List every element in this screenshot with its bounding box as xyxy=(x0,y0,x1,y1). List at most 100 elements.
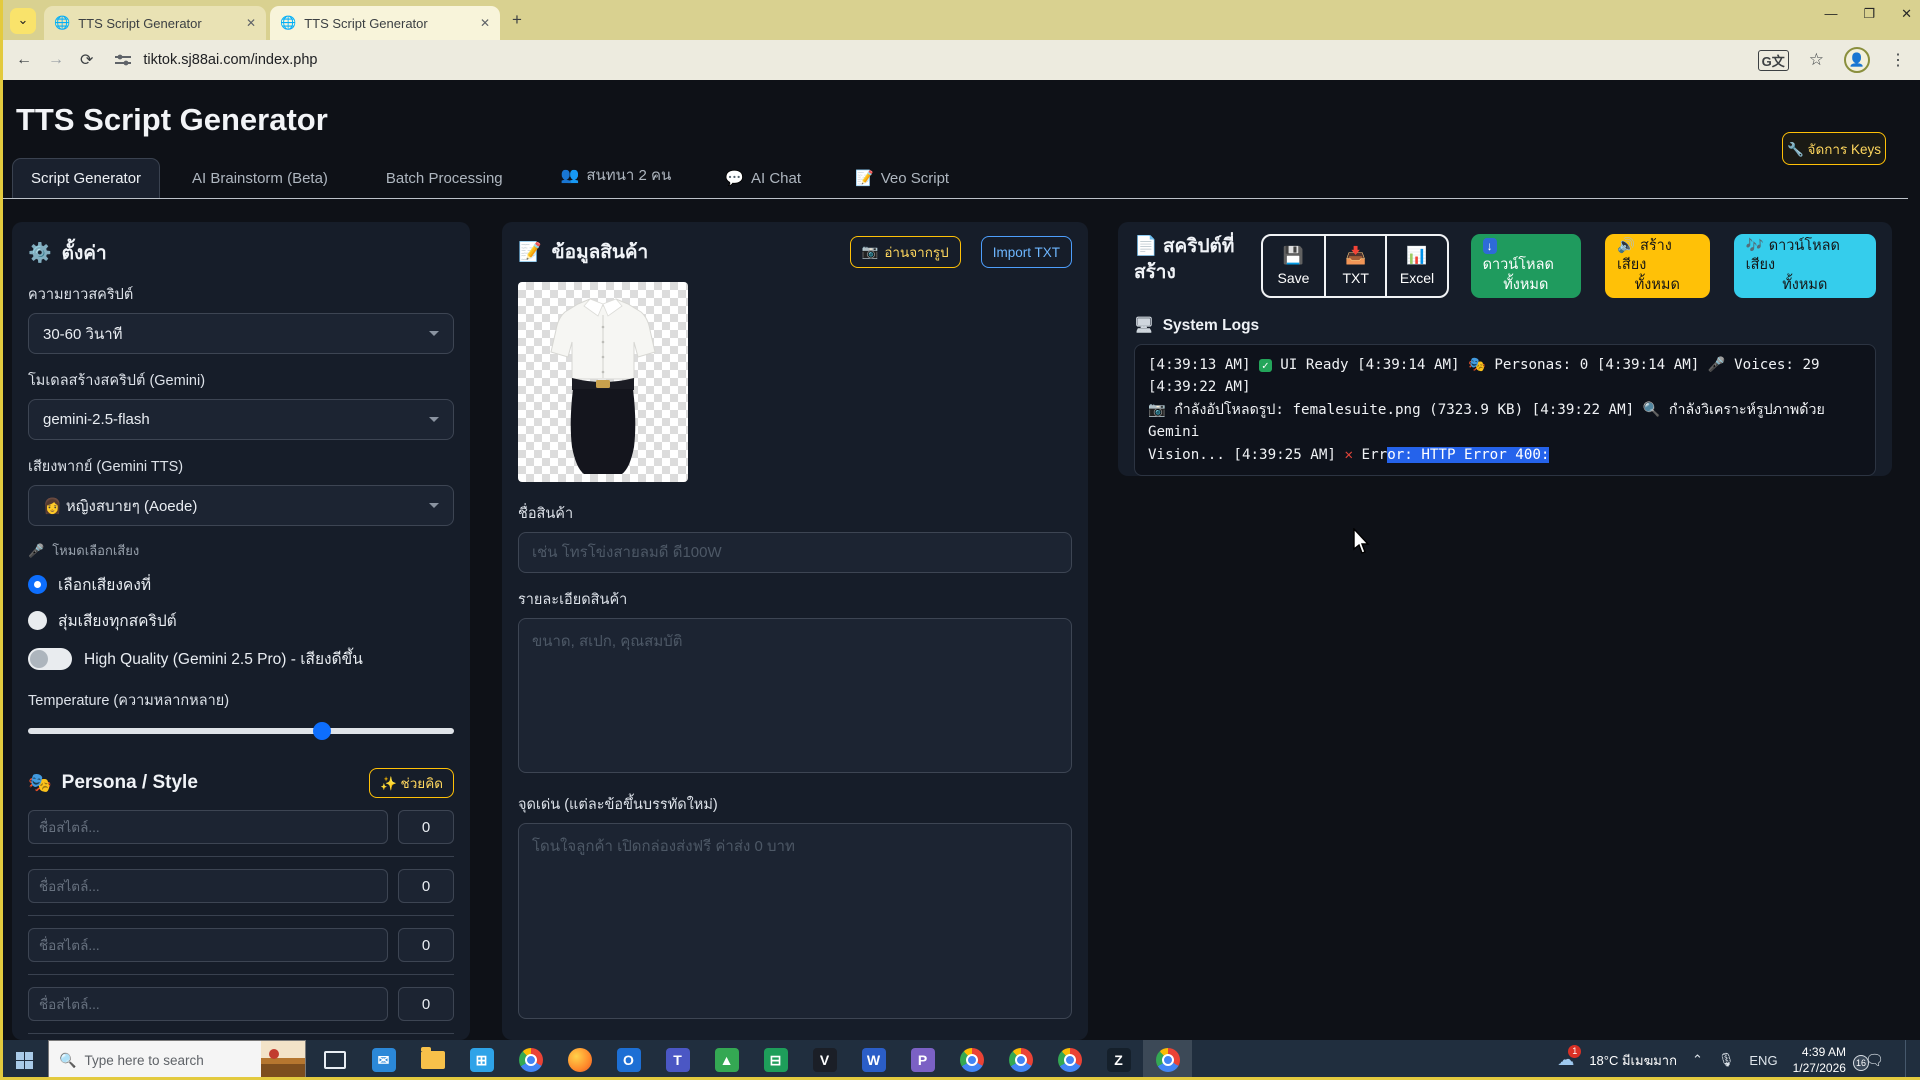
toggle-off-switch[interactable] xyxy=(28,648,72,670)
profile-avatar[interactable]: 👤 xyxy=(1844,47,1870,73)
app-icon-store[interactable]: ⊞ xyxy=(457,1040,506,1080)
app-icon-chrome[interactable] xyxy=(506,1040,555,1080)
tab-search-button[interactable]: ⌄ xyxy=(10,8,36,34)
app-icon-file-explorer[interactable] xyxy=(408,1040,457,1080)
weather-text[interactable]: 18°C มีเมฆมาก xyxy=(1589,1050,1677,1071)
app-icon-photos[interactable]: ▲ xyxy=(702,1040,751,1080)
app-icon-zoom[interactable]: Z xyxy=(1094,1040,1143,1080)
high-quality-toggle-row[interactable]: High Quality (Gemini 2.5 Pro) - เสียงดีข… xyxy=(28,646,454,671)
temperature-slider-thumb[interactable] xyxy=(313,722,331,740)
back-button[interactable]: ← xyxy=(16,51,32,69)
tab-close-icon[interactable]: ✕ xyxy=(466,16,490,30)
site-favicon-globe-icon: 🌐 xyxy=(280,15,296,31)
magnifier-icon: 🔍 xyxy=(1643,402,1661,418)
browser-tab-1[interactable]: 🌐 TTS Script Generator ✕ xyxy=(44,6,266,40)
window-close-button[interactable]: ✕ xyxy=(1901,6,1912,22)
tray-expand-chevron[interactable]: ⌃ xyxy=(1692,1052,1703,1068)
browser-tab-2-active[interactable]: 🌐 TTS Script Generator ✕ xyxy=(270,6,500,40)
persona-weight-input[interactable]: 0 xyxy=(398,869,454,903)
download-all-button[interactable]: ↓ดาวน์โหลด ทั้งหมด xyxy=(1471,234,1581,298)
persona-style-input[interactable] xyxy=(28,987,388,1021)
generate-audio-all-button[interactable]: 🔊สร้างเสียง ทั้งหมด xyxy=(1605,234,1710,298)
browser-menu-icon[interactable]: ⋮ xyxy=(1890,50,1906,70)
app-icon-vscode[interactable]: V xyxy=(800,1040,849,1080)
taskbar-clock[interactable]: 4:39 AM 1/27/2026 xyxy=(1793,1044,1846,1076)
language-indicator[interactable]: ENG xyxy=(1749,1053,1777,1068)
app-icon-outlook[interactable]: O xyxy=(604,1040,653,1080)
persona-weight-input[interactable]: 0 xyxy=(398,928,454,962)
app-icon-teams[interactable]: T xyxy=(653,1040,702,1080)
forward-button[interactable]: → xyxy=(48,51,64,69)
windows-logo-icon xyxy=(16,1052,33,1069)
app-icon-chrome[interactable] xyxy=(1045,1040,1094,1080)
product-name-input[interactable] xyxy=(518,532,1072,573)
download-audio-all-button[interactable]: 🎶ดาวน์โหลดเสียง ทั้งหมด xyxy=(1734,234,1876,298)
persona-weight-input[interactable]: 0 xyxy=(398,987,454,1021)
app-icon-word[interactable]: W xyxy=(849,1040,898,1080)
temperature-slider[interactable] xyxy=(28,728,454,734)
system-tray: ☁1 18°C มีเมฆมาก ⌃ 🎙 ENG 4:39 AM 1/27/20… xyxy=(1557,1040,1920,1080)
tab-ai-chat[interactable]: 💬AI Chat xyxy=(707,158,819,198)
model-select[interactable]: gemini-2.5-flash xyxy=(28,399,454,440)
new-tab-button[interactable]: + xyxy=(512,10,522,30)
radio-selected-icon[interactable] xyxy=(28,575,47,594)
start-button[interactable] xyxy=(0,1040,48,1080)
show-desktop-button[interactable] xyxy=(1905,1040,1910,1080)
tab-veo-script[interactable]: 📝Veo Script xyxy=(837,158,967,198)
app-icon-chrome[interactable] xyxy=(947,1040,996,1080)
help-think-button[interactable]: ✨ ช่วยคิด xyxy=(369,768,454,798)
url-text[interactable]: tiktok.sj88ai.com/index.php xyxy=(143,52,317,68)
mouse-cursor xyxy=(1352,528,1372,556)
search-input[interactable] xyxy=(84,1053,234,1068)
persona-style-input[interactable] xyxy=(28,928,388,962)
script-length-select[interactable]: 30-60 วินาที xyxy=(28,313,454,354)
window-minimize-button[interactable]: — xyxy=(1824,6,1837,22)
reload-button[interactable]: ⟳ xyxy=(80,50,93,70)
app-icon-sheets[interactable]: ⊟ xyxy=(751,1040,800,1080)
persona-title: Persona / Style xyxy=(62,772,198,794)
product-image-thumbnail[interactable] xyxy=(518,282,688,482)
bar-chart-icon: 📊 xyxy=(1406,246,1427,266)
taskbar-apps: ✉ ⊞ O T ▲ ⊟ V W P Z xyxy=(310,1040,1192,1080)
system-logs-title: System Logs xyxy=(1163,317,1259,335)
bookmark-star-icon[interactable]: ☆ xyxy=(1809,50,1824,70)
product-highlights-textarea[interactable] xyxy=(518,823,1072,1019)
action-center-icon[interactable]: 🗨16 xyxy=(1865,1051,1884,1069)
tab-batch-processing[interactable]: Batch Processing xyxy=(368,159,521,198)
translate-icon[interactable]: G文 xyxy=(1758,50,1789,71)
task-view-icon[interactable] xyxy=(310,1040,359,1080)
tab-script-generator[interactable]: Script Generator xyxy=(12,158,160,198)
tab-conversation-2[interactable]: 👥สนทนา 2 คน xyxy=(543,152,690,198)
taskbar-search[interactable]: 🔍 xyxy=(48,1040,306,1080)
save-button[interactable]: 💾 Save xyxy=(1263,236,1324,296)
search-highlight-image[interactable] xyxy=(261,1041,305,1079)
app-icon-firefox[interactable] xyxy=(555,1040,604,1080)
app-icon-chrome[interactable] xyxy=(996,1040,1045,1080)
read-from-image-button[interactable]: 📷 อ่านจากรูป xyxy=(850,236,961,268)
weather-cloud-icon[interactable]: ☁1 xyxy=(1557,1050,1574,1070)
txt-export-button[interactable]: 📥 TXT xyxy=(1324,236,1385,296)
search-icon: 🔍 xyxy=(59,1052,76,1069)
radio-unselected-icon[interactable] xyxy=(28,611,47,630)
persona-style-input[interactable] xyxy=(28,869,388,903)
floppy-icon: 💾 xyxy=(1283,246,1304,266)
import-txt-button[interactable]: Import TXT xyxy=(981,236,1072,268)
app-icon-mail[interactable]: ✉ xyxy=(359,1040,408,1080)
tab-close-icon[interactable]: ✕ xyxy=(232,16,256,30)
persona-style-input[interactable] xyxy=(28,810,388,844)
persona-weight-input[interactable]: 0 xyxy=(398,810,454,844)
tray-microphone-icon[interactable]: 🎙 xyxy=(1718,1052,1735,1068)
radio-fixed-voice[interactable]: เลือกเสียงคงที่ xyxy=(28,572,454,597)
site-info-icon[interactable] xyxy=(115,53,131,67)
product-details-textarea[interactable] xyxy=(518,618,1072,773)
radio-random-voice[interactable]: สุ่มเสียงทุกสคริปต์ xyxy=(28,608,454,633)
voice-select[interactable]: 👩 หญิงสบายๆ (Aoede) xyxy=(28,485,454,526)
app-icon-paint[interactable]: P xyxy=(898,1040,947,1080)
app-icon-chrome-active[interactable] xyxy=(1143,1040,1192,1080)
window-maximize-button[interactable]: ❐ xyxy=(1863,6,1875,22)
tab-ai-brainstorm[interactable]: AI Brainstorm (Beta) xyxy=(174,159,346,198)
excel-export-button[interactable]: 📊 Excel xyxy=(1385,236,1446,296)
camera-icon: 📷 xyxy=(1148,402,1166,418)
system-log-output[interactable]: [4:39:13 AM] ✓ UI Ready [4:39:14 AM] 🎭 P… xyxy=(1134,344,1876,476)
browser-tab-title: TTS Script Generator xyxy=(304,16,428,31)
